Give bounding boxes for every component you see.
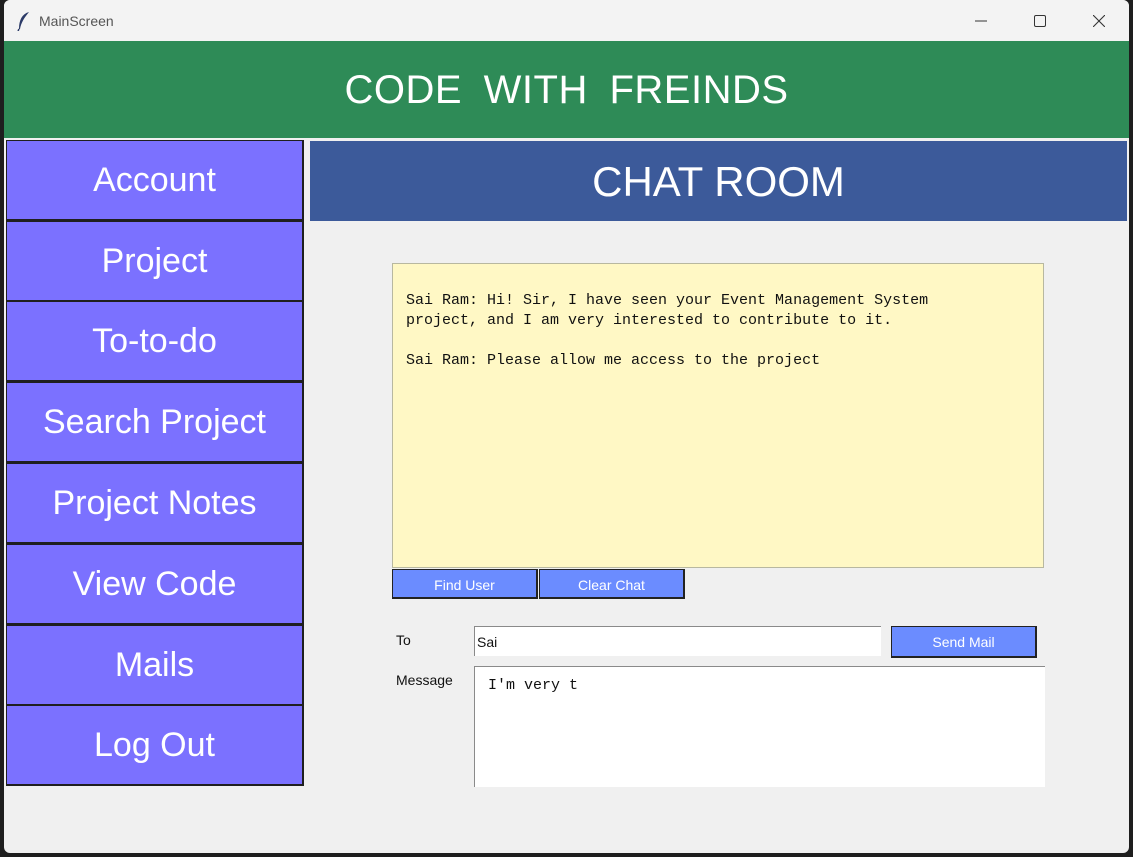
sidebar-search-project-button[interactable]: Search Project xyxy=(6,382,304,463)
title-bar: MainScreen xyxy=(4,0,1129,41)
sidebar-project-notes-button[interactable]: Project Notes xyxy=(6,463,304,544)
maximize-button[interactable] xyxy=(1011,0,1069,41)
close-icon xyxy=(1093,15,1105,27)
close-button[interactable] xyxy=(1070,0,1128,41)
chat-room-title: CHAT ROOM xyxy=(592,158,845,205)
sidebar-project-button[interactable]: Project xyxy=(6,221,304,302)
to-input[interactable] xyxy=(474,626,881,656)
sidebar-logout-button[interactable]: Log Out xyxy=(6,705,304,786)
send-mail-button[interactable]: Send Mail xyxy=(891,626,1037,658)
minimize-icon xyxy=(975,20,987,22)
feather-icon xyxy=(17,12,29,31)
message-text: I'm very t xyxy=(488,677,579,694)
chat-history[interactable]: Sai Ram: Hi! Sir, I have seen your Event… xyxy=(392,263,1044,568)
to-label: To xyxy=(396,632,411,648)
maximize-icon xyxy=(1034,15,1046,27)
sidebar-view-code-button[interactable]: View Code xyxy=(6,544,304,625)
find-user-button[interactable]: Find User xyxy=(392,569,538,599)
window-title: MainScreen xyxy=(39,13,114,29)
sidebar-account-button[interactable]: Account xyxy=(6,140,304,221)
chat-message: Sai Ram: Please allow me access to the p… xyxy=(406,352,821,369)
minimize-button[interactable] xyxy=(952,0,1010,41)
app-title: CODE WITH FREINDS xyxy=(344,68,789,112)
sidebar-mails-button[interactable]: Mails xyxy=(6,625,304,706)
main-window: MainScreen CODE WITH FREINDS Account Pro… xyxy=(4,0,1129,853)
sidebar-todo-button[interactable]: To-to-do xyxy=(6,301,304,382)
chat-message: Sai Ram: Hi! Sir, I have seen your Event… xyxy=(406,292,929,329)
chat-room-header: CHAT ROOM xyxy=(310,141,1127,221)
message-label: Message xyxy=(396,672,453,688)
app-header: CODE WITH FREINDS xyxy=(4,41,1129,138)
clear-chat-button[interactable]: Clear Chat xyxy=(539,569,685,599)
message-textarea[interactable]: I'm very t xyxy=(474,666,1045,787)
